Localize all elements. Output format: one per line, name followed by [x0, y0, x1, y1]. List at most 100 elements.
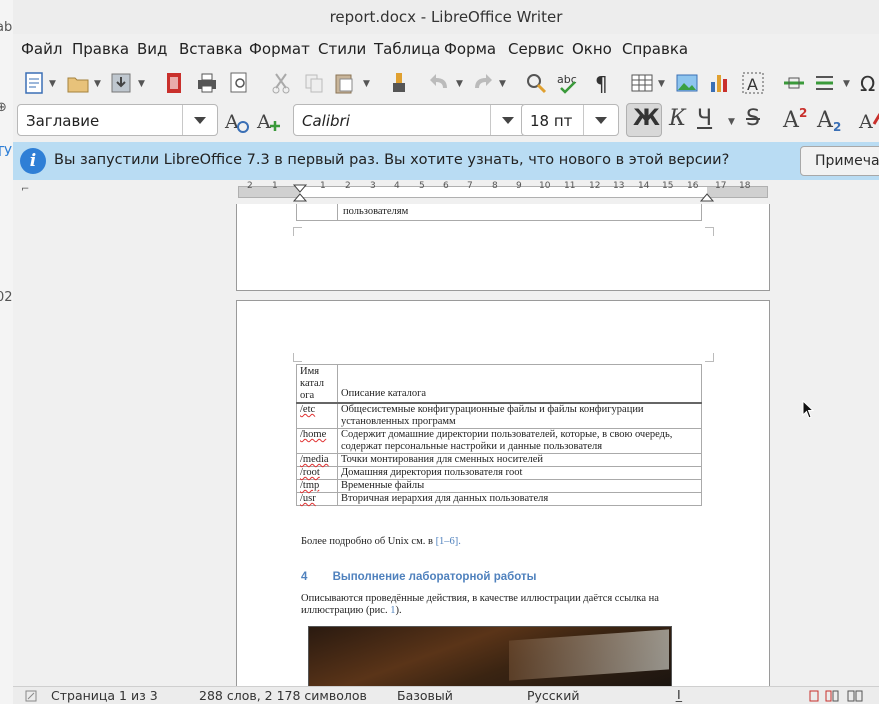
menu-help[interactable]: Справка: [622, 40, 688, 58]
book-view-icon[interactable]: [847, 690, 863, 702]
figure-image[interactable]: [308, 626, 672, 686]
table-row: /usr Вторичная иерархия для данных польз…: [296, 492, 702, 506]
menu-form[interactable]: Форма: [444, 40, 496, 58]
superscript-button[interactable]: A 2: [783, 106, 813, 136]
menu-format[interactable]: Формат: [249, 40, 310, 58]
ruler-tick: 6: [443, 181, 449, 191]
background-window-strip: ab ⊕ ТУ 02: [0, 0, 13, 704]
font-name-combo[interactable]: Calibri: [293, 104, 526, 136]
menu-view[interactable]: Вид: [137, 40, 167, 58]
paragraph-text: Более подробно об Unix см. в: [301, 536, 436, 547]
table-cell-description: Содержит домашние директории пользовател…: [337, 428, 702, 454]
insert-table-icon[interactable]: [629, 70, 655, 96]
print-icon[interactable]: [194, 70, 220, 96]
menu-table[interactable]: Таблица: [374, 40, 440, 58]
paste-icon[interactable]: [331, 70, 357, 96]
ruler-tick: 9: [516, 181, 522, 191]
chevron-down-icon[interactable]: ▼: [499, 79, 506, 89]
formatting-toolbar: Заглавие A A Calibri 18 пт Ж К Ч ▼ S A 2…: [13, 102, 879, 140]
single-page-view-icon[interactable]: [808, 690, 820, 702]
multi-page-view-icon[interactable]: [825, 690, 839, 702]
page-2[interactable]: Имя катал ога Описание каталога /etc Общ…: [236, 300, 770, 686]
indent-marker-icon[interactable]: [293, 184, 307, 202]
directories-table[interactable]: Имя катал ога Описание каталога /etc Общ…: [296, 364, 702, 506]
table-cell-description: Домашняя директория пользователя root: [337, 466, 702, 480]
page-count[interactable]: Страница 1 из 3: [51, 688, 158, 703]
table-row: /media Точки монтирования для сменных но…: [296, 453, 702, 467]
cut-icon[interactable]: [268, 70, 294, 96]
update-style-icon[interactable]: A: [224, 108, 250, 134]
formatting-marks-icon[interactable]: ¶: [589, 70, 615, 96]
bold-button[interactable]: Ж: [626, 103, 662, 137]
chevron-down-icon[interactable]: [182, 105, 217, 135]
svg-text:A: A: [224, 111, 239, 133]
font-size-value: 18 пт: [530, 112, 573, 130]
insert-chart-icon[interactable]: [706, 70, 732, 96]
chevron-down-icon[interactable]: ▼: [456, 79, 463, 89]
italic-button[interactable]: К: [669, 106, 686, 136]
chevron-down-icon[interactable]: ▼: [843, 79, 850, 89]
page-1[interactable]: пользователям: [236, 204, 770, 291]
libreoffice-writer-window: report.docx - LibreOffice Writer Файл Пр…: [13, 0, 879, 704]
svg-text:A: A: [747, 75, 758, 94]
chevron-down-icon[interactable]: [490, 105, 525, 135]
subscript-button[interactable]: A 2: [817, 106, 847, 136]
text-language[interactable]: Русский: [527, 688, 579, 703]
character-highlight-icon[interactable]: A: [858, 108, 879, 134]
section-heading: 4 Выполнение лабораторной работы: [301, 571, 536, 583]
page-style[interactable]: Базовый: [397, 688, 453, 703]
chevron-down-icon[interactable]: ▼: [363, 79, 370, 89]
chevron-down-icon[interactable]: ▼: [138, 79, 145, 89]
ruler-tick: 1: [320, 181, 326, 191]
chevron-down-icon[interactable]: ▼: [658, 79, 665, 89]
right-indent-marker-icon[interactable]: [700, 184, 714, 202]
tab-stop-icon[interactable]: ⌐: [21, 184, 29, 195]
undo-icon[interactable]: [427, 70, 453, 96]
export-pdf-icon[interactable]: [161, 70, 187, 96]
special-character-icon[interactable]: Ω: [858, 70, 879, 96]
new-document-icon[interactable]: [21, 70, 47, 96]
insert-special-icon[interactable]: [813, 70, 839, 96]
ruler-tick: 3: [370, 181, 376, 191]
menu-file[interactable]: Файл: [21, 40, 62, 58]
menu-insert[interactable]: Вставка: [179, 40, 243, 58]
menu-tools[interactable]: Сервис: [508, 40, 564, 58]
svg-text:A: A: [858, 111, 873, 133]
copy-icon[interactable]: [301, 70, 327, 96]
insert-image-icon[interactable]: [674, 70, 700, 96]
text-cursor-icon[interactable]: I̲: [677, 687, 681, 702]
document-modified-icon[interactable]: [25, 690, 37, 702]
menu-window[interactable]: Окно: [572, 40, 612, 58]
menu-edit[interactable]: Правка: [72, 40, 129, 58]
chevron-down-icon[interactable]: [583, 105, 618, 135]
spelling-icon[interactable]: abc: [555, 70, 581, 96]
font-size-combo[interactable]: 18 пт: [521, 104, 619, 136]
strikethrough-button[interactable]: S: [746, 106, 760, 136]
chevron-down-icon[interactable]: ▼: [728, 117, 735, 127]
clone-formatting-icon[interactable]: [386, 70, 412, 96]
chevron-down-icon[interactable]: ▼: [49, 79, 56, 89]
open-folder-icon[interactable]: [65, 70, 91, 96]
new-style-icon[interactable]: A: [256, 108, 282, 134]
ruler-tick: 8: [492, 181, 498, 191]
insert-field-icon[interactable]: [781, 70, 807, 96]
table-cell-description: Точки монтирования для сменных носителей: [337, 453, 702, 467]
standard-toolbar: ▼ ▼ ▼ ▼ ▼ ▼ abc ¶ ▼ A ▼ Ω: [13, 66, 879, 100]
chevron-down-icon[interactable]: ▼: [94, 79, 101, 89]
save-icon[interactable]: [108, 70, 134, 96]
insert-textbox-icon[interactable]: A: [740, 70, 766, 96]
document-area[interactable]: пользователям Имя катал ога Описание кат…: [13, 204, 879, 686]
ruler-tick: 14: [638, 181, 650, 191]
underline-button[interactable]: Ч: [697, 106, 712, 136]
release-notes-label: Примечан: [815, 153, 879, 169]
word-count[interactable]: 288 слов, 2 178 символов: [199, 688, 367, 703]
release-notes-button[interactable]: Примечан: [800, 146, 879, 176]
horizontal-ruler[interactable]: ⌐ 2 1 1 2 3 4 5 6 7 8 9 10 11 12 13 14 1…: [13, 181, 879, 202]
citation-link[interactable]: [1–6].: [436, 536, 461, 547]
paragraph-style-combo[interactable]: Заглавие: [17, 104, 218, 136]
print-preview-icon[interactable]: [226, 70, 252, 96]
find-replace-icon[interactable]: [523, 70, 549, 96]
paragraph-description: Описываются проведённые действия, в каче…: [301, 593, 679, 617]
redo-icon[interactable]: [469, 70, 495, 96]
menu-styles[interactable]: Стили: [318, 40, 366, 58]
